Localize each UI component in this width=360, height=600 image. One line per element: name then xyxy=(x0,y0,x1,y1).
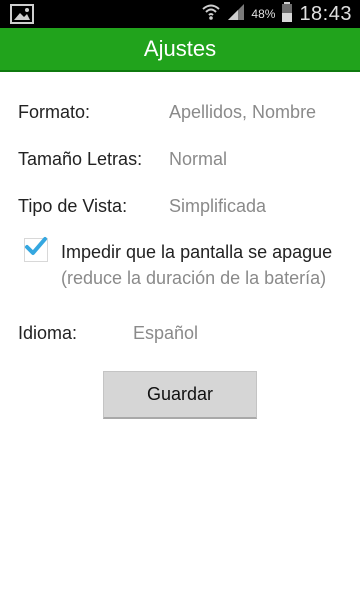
battery-icon xyxy=(281,1,293,27)
keep-screen-on-note: (reduce la duración de la batería) xyxy=(61,268,327,288)
battery-percent: 48% xyxy=(251,7,276,21)
image-icon xyxy=(10,4,34,24)
check-icon xyxy=(25,237,47,255)
clock: 18:43 xyxy=(299,2,352,25)
keep-screen-on-label[interactable]: Impedir que la pantalla se apague xyxy=(61,242,332,263)
view-type-label: Tipo de Vista: xyxy=(18,196,128,216)
page-title: Ajustes xyxy=(143,36,217,61)
font-size-value[interactable]: Normal xyxy=(169,149,227,170)
status-bar: 48% 18:43 xyxy=(0,0,360,28)
keep-screen-on-checkbox[interactable] xyxy=(24,237,48,262)
save-button[interactable]: Guardar xyxy=(103,371,257,419)
view-type-value[interactable]: Simplificada xyxy=(169,196,266,217)
language-label: Idioma: xyxy=(18,323,78,343)
app-title-bar: Ajustes xyxy=(0,28,360,72)
language-value[interactable]: Español xyxy=(133,323,198,344)
font-size-label: Tamaño Letras: xyxy=(18,149,143,169)
wifi-icon xyxy=(201,3,221,26)
format-label: Formato: xyxy=(18,102,91,122)
save-button-label: Guardar xyxy=(146,384,214,404)
format-value[interactable]: Apellidos, Nombre xyxy=(169,102,316,123)
signal-icon xyxy=(227,3,245,26)
